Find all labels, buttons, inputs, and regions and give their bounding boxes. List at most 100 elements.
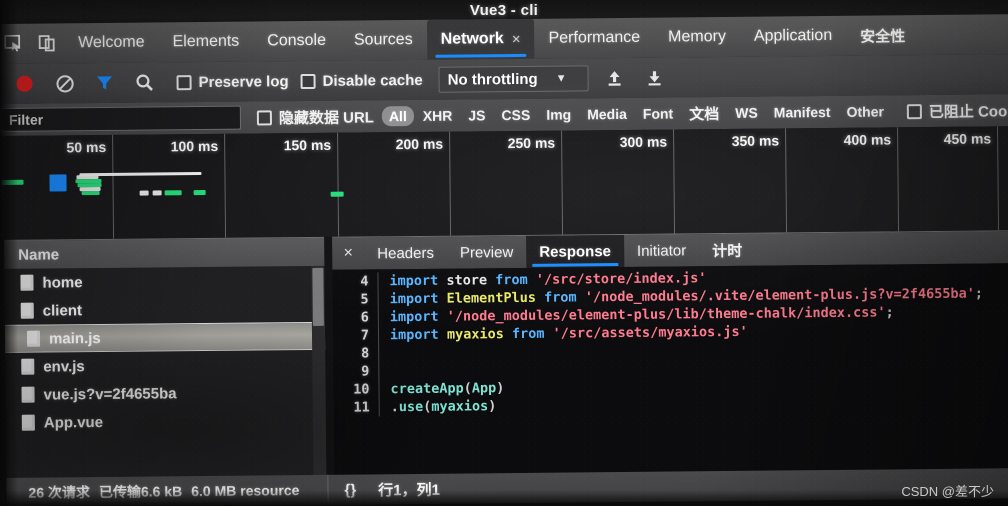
tab-label: Performance: [548, 28, 641, 47]
tab-label: 安全性: [860, 27, 906, 46]
waterfall-bar: [193, 189, 206, 196]
tab-label: Sources: [353, 31, 413, 49]
details-tab-response[interactable]: Response: [526, 234, 625, 268]
close-icon[interactable]: ×: [332, 237, 364, 269]
throttling-dropdown[interactable]: No throttling ▼: [438, 65, 589, 93]
close-icon[interactable]: ×: [512, 30, 521, 47]
import-har-icon[interactable]: [594, 58, 634, 98]
column-header-name[interactable]: Name: [4, 237, 325, 269]
devtools-screenshot-photo: Vue3 - cli Welcome Elements Console Sour…: [0, 0, 1008, 506]
file-icon: [20, 274, 34, 291]
code-token: '/src/store/index.js': [535, 270, 707, 288]
code-token: (: [423, 398, 432, 415]
devtools-panel: Welcome Elements Console Sources Network…: [0, 14, 1008, 506]
checkbox-box[interactable]: [906, 103, 922, 119]
code-token: from: [511, 325, 545, 343]
code-token: createApp: [390, 380, 464, 398]
details-tab-headers[interactable]: Headers: [364, 237, 447, 270]
code-text[interactable]: [379, 362, 390, 380]
waterfall-bar: [330, 191, 344, 197]
search-icon[interactable]: [124, 62, 164, 102]
chevron-down-icon[interactable]: ▼: [556, 73, 567, 85]
code-text[interactable]: createApp(App): [379, 379, 504, 398]
photo-left-shadow: [0, 0, 18, 506]
tab-application[interactable]: Application: [740, 16, 847, 57]
code-token: ElementPlus: [446, 289, 537, 307]
code-token: import: [389, 326, 439, 344]
request-name: env.js: [43, 357, 85, 376]
filter-type-manifest[interactable]: Manifest: [767, 102, 838, 123]
details-tab-initiator[interactable]: Initiator: [624, 234, 700, 267]
checkbox-box[interactable]: [300, 73, 316, 89]
filter-type-js[interactable]: JS: [461, 105, 492, 125]
export-har-icon[interactable]: [634, 57, 674, 97]
file-icon: [26, 330, 41, 347]
code-token: '/node_modules/.vite/element-plus.js?v=2…: [584, 285, 975, 306]
request-row[interactable]: vue.js?v=2f4655ba: [5, 378, 325, 409]
code-token: from: [495, 271, 528, 289]
request-row[interactable]: main.js: [4, 321, 326, 353]
request-list-scrollbar[interactable]: [311, 265, 327, 476]
request-name: main.js: [48, 329, 101, 348]
blocked-cookies-label: 已阻止 Coo: [928, 102, 1008, 121]
request-list[interactable]: Name home client main.js env.js vue.js?v=2f4…: [4, 236, 327, 478]
clear-button[interactable]: [44, 63, 84, 103]
request-row[interactable]: client: [5, 294, 325, 325]
line-number: 6: [332, 308, 379, 327]
preserve-log-checkbox[interactable]: Preserve log: [176, 73, 289, 91]
request-row[interactable]: App.vue: [6, 406, 326, 437]
tab-welcome[interactable]: Welcome: [64, 22, 159, 63]
network-overview-timeline[interactable]: 50 ms 100 ms 150 ms 200 ms 250 ms 300 ms 350 m…: [0, 126, 1008, 240]
file-icon: [21, 386, 35, 403]
disable-cache-label: Disable cache: [322, 71, 423, 90]
tab-console[interactable]: Console: [253, 21, 340, 62]
filter-type-doc[interactable]: 文档: [682, 100, 726, 125]
filter-input[interactable]: Filter: [0, 105, 242, 132]
request-row[interactable]: env.js: [5, 350, 325, 381]
filter-type-other[interactable]: Other: [839, 101, 891, 121]
waterfall-bar: [81, 191, 100, 196]
hide-data-urls-checkbox[interactable]: 隐藏数据 URL: [256, 106, 374, 128]
details-tab-timing[interactable]: 计时: [699, 234, 755, 267]
device-toolbar-icon[interactable]: [30, 23, 64, 63]
file-icon: [21, 414, 35, 431]
file-icon: [20, 302, 34, 319]
filter-type-media[interactable]: Media: [580, 104, 634, 125]
response-code-view[interactable]: 4 import store from '/src/store/index.js'…: [332, 263, 1008, 475]
request-name: home: [42, 273, 83, 292]
tab-sources[interactable]: Sources: [340, 20, 427, 61]
filter-type-all[interactable]: All: [381, 105, 414, 127]
filter-type-xhr[interactable]: XHR: [416, 106, 460, 126]
details-tab-preview[interactable]: Preview: [447, 236, 527, 269]
code-text[interactable]: .use(myaxios): [380, 397, 497, 416]
code-text[interactable]: [379, 344, 390, 362]
tab-network[interactable]: Network ×: [426, 18, 535, 60]
filter-type-ws[interactable]: WS: [728, 103, 765, 123]
filter-icon[interactable]: [84, 63, 124, 103]
checkbox-box[interactable]: [176, 74, 192, 90]
code-token: '/src/assets/myaxios.js': [552, 323, 748, 342]
tab-memory[interactable]: Memory: [654, 17, 740, 58]
tab-label: Console: [267, 31, 327, 50]
line-number: 11: [333, 398, 380, 417]
hide-data-urls-label: 隐藏数据 URL: [278, 108, 374, 127]
blocked-cookies-checkbox[interactable]: 已阻止 Coo: [906, 100, 1008, 122]
request-row[interactable]: home: [4, 266, 324, 297]
tab-elements[interactable]: Elements: [158, 22, 253, 63]
disable-cache-checkbox[interactable]: Disable cache: [300, 71, 423, 90]
photo-bottom-shadow: [0, 490, 1008, 506]
code-token: myaxios: [446, 326, 504, 343]
filter-type-img[interactable]: Img: [539, 104, 578, 124]
tab-security[interactable]: 安全性: [846, 15, 919, 56]
tab-performance[interactable]: Performance: [534, 18, 654, 59]
checkbox-box[interactable]: [256, 109, 272, 125]
filter-type-font[interactable]: Font: [636, 103, 681, 123]
filter-type-css[interactable]: CSS: [494, 105, 537, 125]
code-text[interactable]: import myaxios from '/src/assets/myaxios…: [379, 323, 748, 345]
code-token: myaxios: [431, 398, 489, 415]
scrollbar-thumb[interactable]: [312, 267, 324, 326]
